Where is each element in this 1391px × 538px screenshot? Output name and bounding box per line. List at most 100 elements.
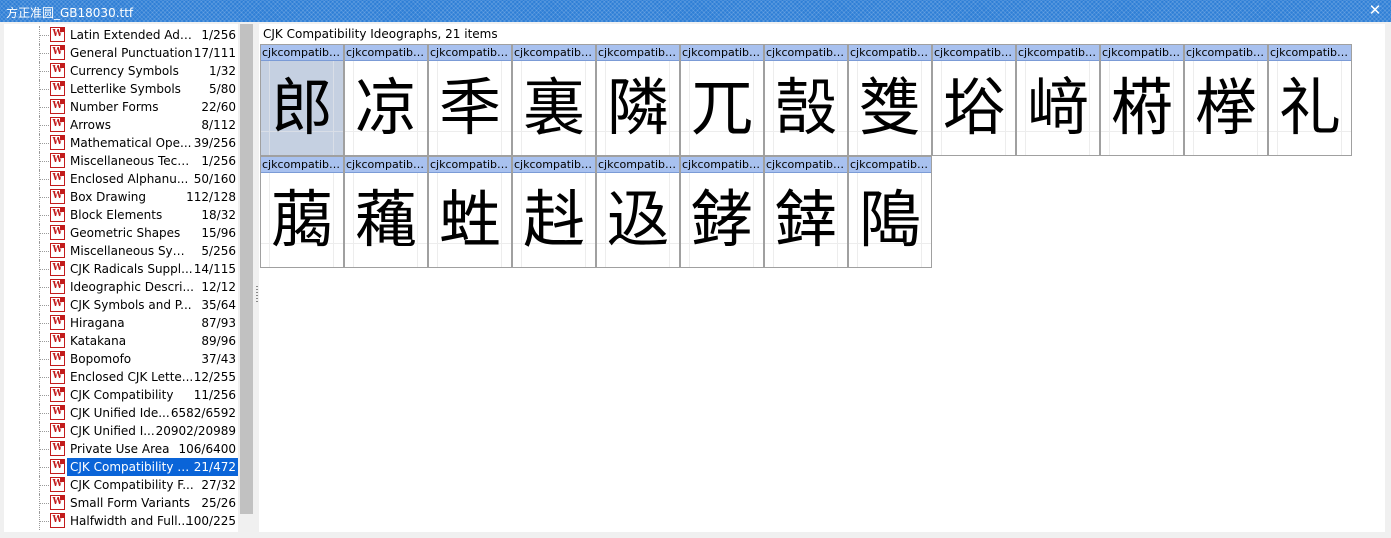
tree-item[interactable]: W Enclosed CJK Lette... 12/255: [4, 368, 238, 386]
glyph-cell[interactable]: cjkcompatibil... 嗀: [764, 44, 848, 156]
glyph-cell[interactable]: cjkcompatibil... 﨟: [260, 156, 344, 268]
tree-item[interactable]: W Katakana 89/96: [4, 332, 238, 350]
glyph-cell[interactable]: cjkcompatibil... 隣: [596, 44, 680, 156]
glyph-cell[interactable]: cjkcompatibil... 﨔: [1184, 44, 1268, 156]
glyph-name-caption: cjkcompatibil...: [681, 45, 763, 61]
tree-item[interactable]: W Mathematical Ope... 39/256: [4, 134, 238, 152]
glyph-cell[interactable]: cjkcompatibil... 礼: [1268, 44, 1352, 156]
glyph-cell[interactable]: cjkcompatibil... 﨎: [848, 44, 932, 156]
tree-item[interactable]: W Private Use Area 106/6400: [4, 440, 238, 458]
tree-line: [40, 467, 49, 468]
tree-item[interactable]: W Number Forms 22/60: [4, 98, 238, 116]
glyph-character: 秊: [438, 71, 501, 144]
glyph-cell[interactable]: cjkcompatibil... 﨤: [596, 156, 680, 268]
font-block-icon: W: [50, 315, 65, 330]
block-header: CJK Compatibility Ideographs, 21 items: [263, 27, 498, 41]
tree-line: [40, 521, 49, 522]
tree-line: [40, 107, 49, 108]
glyph-cell[interactable]: cjkcompatibil... 凉: [344, 44, 428, 156]
glyph-cell[interactable]: cjkcompatibil... 裏: [512, 44, 596, 156]
tree-item[interactable]: W Small Form Variants 25/26: [4, 494, 238, 512]
glyph-cell[interactable]: cjkcompatibil... 蘒: [344, 156, 428, 268]
tree-item[interactable]: W Miscellaneous Sym... 5/256: [4, 242, 238, 260]
tree-item[interactable]: W CJK Unified Ide... 6582/6592: [4, 404, 238, 422]
glyph-name-caption: cjkcompatibil...: [345, 157, 427, 173]
tree-item-count: 1/32: [209, 64, 236, 78]
glyph-cell[interactable]: cjkcompatibil... 﨧: [680, 156, 764, 268]
glyph-cell[interactable]: cjkcompatibil... 兀: [680, 44, 764, 156]
font-block-icon: W: [50, 495, 65, 510]
sidebar-scrollbar[interactable]: [238, 24, 255, 532]
glyph-cell[interactable]: cjkcompatibil... 﨡: [428, 156, 512, 268]
tree-line: [40, 359, 49, 360]
tree-item-label: Enclosed Alphanu...: [70, 172, 189, 186]
glyph-name-caption: cjkcompatibil...: [1017, 45, 1099, 61]
font-block-icon: W: [50, 171, 65, 186]
tree-item-label: Letterlike Symbols: [70, 82, 181, 96]
tree-item[interactable]: W CJK Symbols and P... 35/64: [4, 296, 238, 314]
tree-item[interactable]: W CJK Radicals Suppl... 14/115: [4, 260, 238, 278]
tree-item[interactable]: W Box Drawing 112/128: [4, 188, 238, 206]
glyph-cell[interactable]: cjkcompatibil... 﨓: [1100, 44, 1184, 156]
unicode-block-tree[interactable]: W Latin Extended Addi... 1/256 W General Pun…: [4, 24, 238, 532]
glyph-name-caption: cjkcompatibil...: [345, 45, 427, 61]
tree-item[interactable]: W Bopomofo 37/43: [4, 350, 238, 368]
scrollbar-thumb[interactable]: [240, 24, 253, 514]
tree-item-label: Geometric Shapes: [70, 226, 181, 240]
tree-item-count: 1/256: [201, 28, 236, 42]
tree-item[interactable]: W CJK Compatibility F... 27/32: [4, 476, 238, 494]
tree-item[interactable]: W Latin Extended Addi... 1/256: [4, 26, 238, 44]
glyph-character: 凉: [354, 71, 417, 144]
tree-item-count: 35/64: [201, 298, 236, 312]
font-block-icon: W: [50, 297, 65, 312]
close-icon[interactable]: ✕: [1367, 2, 1383, 18]
font-block-icon: W: [50, 27, 65, 42]
font-block-icon: W: [50, 153, 65, 168]
tree-item[interactable]: W Hiragana 87/93: [4, 314, 238, 332]
tree-item-count: 106/6400: [178, 442, 237, 456]
tree-item[interactable]: W Arrows 8/112: [4, 116, 238, 134]
tree-item-label: General Punctuation: [70, 46, 193, 60]
glyph-character: 﨓: [1110, 71, 1173, 144]
tree-line: [40, 53, 49, 54]
tree-item[interactable]: W Currency Symbols 1/32: [4, 62, 238, 80]
tree-item-count: 8/112: [201, 118, 236, 132]
glyph-character: 﨔: [1194, 71, 1257, 144]
tree-line: [40, 341, 49, 342]
tree-line: [40, 323, 49, 324]
tree-item[interactable]: W Enclosed Alphanu... 50/160: [4, 170, 238, 188]
glyph-cell[interactable]: cjkcompatibil... 﨏: [932, 44, 1016, 156]
tree-item[interactable]: W CJK Compatibility I... 21/472: [4, 458, 238, 476]
font-block-icon: W: [50, 459, 65, 474]
glyph-cell[interactable]: cjkcompatibil... 﨑: [1016, 44, 1100, 156]
tree-item[interactable]: W Halfwidth and Full... 100/225: [4, 512, 238, 530]
font-block-icon: W: [50, 117, 65, 132]
tree-item[interactable]: W Block Elements 18/32: [4, 206, 238, 224]
tree-line: [40, 431, 49, 432]
glyph-name-caption: cjkcompatibil...: [1269, 45, 1351, 61]
font-block-icon: W: [50, 405, 65, 420]
tree-item-count: 100/225: [186, 514, 236, 528]
font-block-icon: W: [50, 225, 65, 240]
tree-item-label: Miscellaneous Tech...: [70, 154, 194, 168]
tree-item-label: CJK Compatibility F...: [70, 478, 194, 492]
glyph-cell[interactable]: cjkcompatibil... 﨨: [764, 156, 848, 268]
tree-item[interactable]: W Miscellaneous Tech... 1/256: [4, 152, 238, 170]
tree-item-count: 12/12: [201, 280, 236, 294]
glyph-cell[interactable]: cjkcompatibil... 郎: [260, 44, 344, 156]
tree-item[interactable]: W Ideographic Descri... 12/12: [4, 278, 238, 296]
tree-item[interactable]: W CJK Unified I... 20902/20989: [4, 422, 238, 440]
tree-item[interactable]: W Geometric Shapes 15/96: [4, 224, 238, 242]
tree-line: [40, 71, 49, 72]
glyph-name-caption: cjkcompatibil...: [513, 157, 595, 173]
tree-item[interactable]: W General Punctuation 17/111: [4, 44, 238, 62]
glyph-cell[interactable]: cjkcompatibil... 﨩: [848, 156, 932, 268]
tree-item[interactable]: W CJK Compatibility 11/256: [4, 386, 238, 404]
glyph-name-caption: cjkcompatibil...: [933, 45, 1015, 61]
font-block-icon: W: [50, 45, 65, 60]
tree-line: [40, 305, 49, 306]
glyph-cell[interactable]: cjkcompatibil... 﨣: [512, 156, 596, 268]
font-block-icon: W: [50, 369, 65, 384]
tree-item[interactable]: W Letterlike Symbols 5/80: [4, 80, 238, 98]
glyph-cell[interactable]: cjkcompatibil... 秊: [428, 44, 512, 156]
